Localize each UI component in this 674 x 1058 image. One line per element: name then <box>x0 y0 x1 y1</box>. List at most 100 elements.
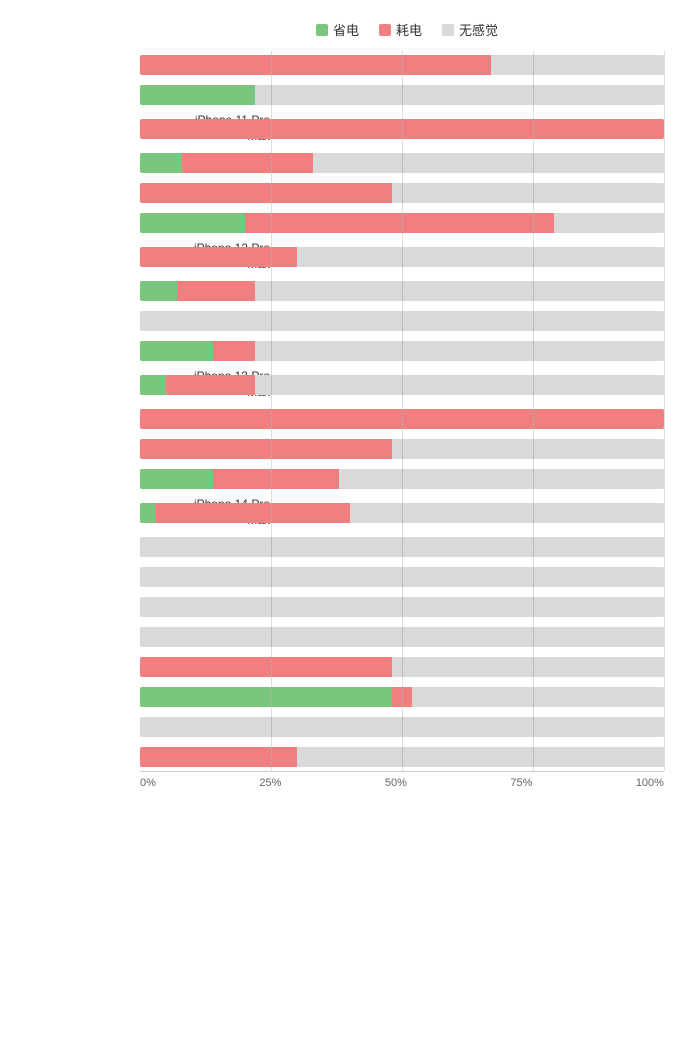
gridline <box>533 311 534 331</box>
bar-segment-red <box>245 213 554 233</box>
gridline <box>533 183 534 203</box>
bar-track <box>140 439 664 459</box>
gridline <box>402 439 403 459</box>
legend-item: 耗电 <box>379 20 422 39</box>
gridline <box>271 717 272 737</box>
bar-segment-red <box>213 469 339 489</box>
gridline <box>402 375 403 395</box>
gridline <box>271 183 272 203</box>
gridline <box>533 657 534 677</box>
gridline <box>402 247 403 267</box>
bar-row: iPhone 12 ProMax <box>140 239 664 275</box>
bar-track <box>140 213 664 233</box>
gridline <box>402 597 403 617</box>
bar-segment-green <box>140 375 166 395</box>
x-axis-label: 0% <box>140 777 156 789</box>
bar-track <box>140 85 664 105</box>
gridline <box>402 341 403 361</box>
legend-item: 无感觉 <box>442 20 498 39</box>
legend-color-dot <box>379 24 391 36</box>
gridline <box>271 341 272 361</box>
legend-color-dot <box>442 24 454 36</box>
bar-segment-red <box>140 55 491 75</box>
bar-track <box>140 247 664 267</box>
gridline <box>533 469 534 489</box>
bar-segment-red <box>213 341 255 361</box>
bar-row: iPhone 12 <box>140 149 664 177</box>
gridline <box>402 119 403 139</box>
gridline <box>402 687 403 707</box>
bar-segment-green <box>140 687 392 707</box>
gridline <box>402 747 403 767</box>
gridline <box>402 55 403 75</box>
bar-segment-red <box>156 503 350 523</box>
gridline <box>271 503 272 523</box>
gridline <box>533 687 534 707</box>
bar-track <box>140 409 664 429</box>
bar-row: iPhone 11 <box>140 51 664 79</box>
bar-track <box>140 183 664 203</box>
legend-label: 无感觉 <box>459 20 498 39</box>
bar-row: iPhone 13 Pro <box>140 337 664 365</box>
bar-row: iPhone 14 <box>140 405 664 433</box>
gridline <box>271 375 272 395</box>
gridline <box>402 153 403 173</box>
bar-track <box>140 627 664 647</box>
legend-color-dot <box>316 24 328 36</box>
bars-area: iPhone 11iPhone 11 ProiPhone 11 ProMaxiP… <box>0 51 674 771</box>
gridline <box>402 627 403 647</box>
bar-track <box>140 55 664 75</box>
gridline <box>533 747 534 767</box>
gridline <box>533 409 534 429</box>
bar-row: iPhone 13 <box>140 277 664 305</box>
gridline <box>271 281 272 301</box>
bar-segment-red <box>177 281 256 301</box>
gridline <box>402 183 403 203</box>
bar-track <box>140 153 664 173</box>
gridline <box>533 597 534 617</box>
bar-row: iPhone 13 mini <box>140 307 664 335</box>
bar-row: iPhone 14 ProMax <box>140 495 664 531</box>
gridline <box>402 717 403 737</box>
x-axis: 0%25%50%75%100% <box>0 777 674 789</box>
gridline <box>271 597 272 617</box>
bar-row: iPhone 8 Plus <box>140 563 664 591</box>
bar-track <box>140 341 664 361</box>
bar-row: iPhone XS <box>140 713 664 741</box>
bar-row: iPhone 12 Pro <box>140 209 664 237</box>
bar-segment-red <box>182 153 313 173</box>
gridline <box>402 537 403 557</box>
gridline <box>271 469 272 489</box>
gridline <box>533 85 534 105</box>
bar-row: iPhone 14 Plus <box>140 435 664 463</box>
bar-segment-green <box>140 503 156 523</box>
bar-track <box>140 311 664 331</box>
x-axis-label: 100% <box>636 777 664 789</box>
gridline <box>402 213 403 233</box>
legend: 省电耗电无感觉 <box>0 20 674 39</box>
gridline <box>402 469 403 489</box>
gridline <box>271 627 272 647</box>
bar-track <box>140 657 664 677</box>
bar-row: iPhone 11 ProMax <box>140 111 664 147</box>
x-axis-label: 50% <box>385 777 407 789</box>
x-axis-inner: 0%25%50%75%100% <box>140 777 664 789</box>
gridline <box>533 537 534 557</box>
bar-segment-green <box>140 153 182 173</box>
bar-row: iPhone 11 Pro <box>140 81 664 109</box>
bar-segment-green <box>140 213 245 233</box>
gridline <box>533 213 534 233</box>
bar-segment-red <box>140 439 392 459</box>
gridline <box>402 503 403 523</box>
gridline <box>271 85 272 105</box>
gridline <box>271 537 272 557</box>
gridline <box>271 687 272 707</box>
gridline <box>533 247 534 267</box>
gridline <box>271 247 272 267</box>
bar-track <box>140 469 664 489</box>
bar-track <box>140 119 664 139</box>
gridline <box>402 311 403 331</box>
gridline <box>271 567 272 587</box>
x-axis-label: 75% <box>510 777 532 789</box>
gridline <box>271 153 272 173</box>
